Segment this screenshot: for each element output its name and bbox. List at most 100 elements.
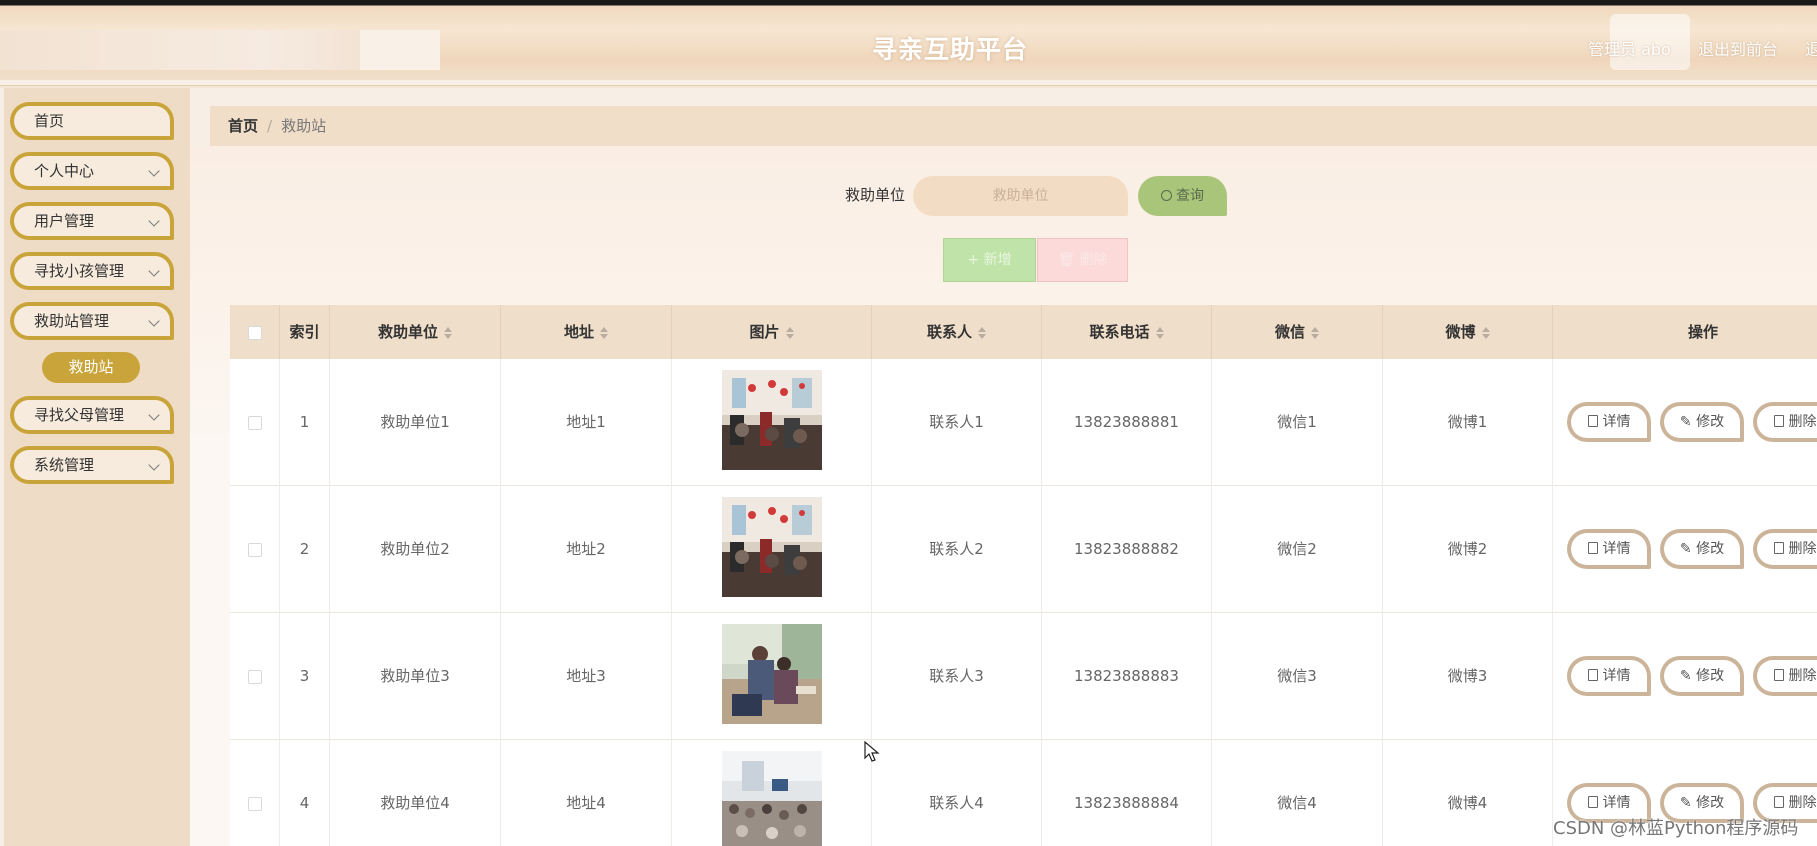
batch-delete-button[interactable]: 🗑 删除 [1037, 238, 1128, 282]
document-icon [1587, 415, 1598, 427]
mouse-cursor-icon [864, 741, 880, 762]
column-header-label: 图片 [749, 323, 780, 341]
sort-icon[interactable] [444, 326, 452, 339]
pencil-icon: ✎ [1679, 795, 1697, 811]
cell-unit: 救助单位1 [330, 359, 501, 486]
station-photo[interactable] [722, 370, 822, 470]
row-checkbox[interactable] [247, 669, 262, 684]
cell-contact: 联系人2 [872, 486, 1042, 613]
rescue-station-table: 索引 救助单位 地址 图片 联系人 联系电话 微信 微博 操作 1 救助单位1 … [230, 305, 1817, 846]
detail-button[interactable]: 详情 [1567, 656, 1651, 696]
sort-icon[interactable] [1481, 326, 1490, 339]
station-photo[interactable] [722, 624, 822, 724]
query-button-label: 查询 [1176, 188, 1204, 204]
sidebar-item-rescue-station-management[interactable]: 救助站管理 [10, 302, 174, 340]
query-button[interactable]: 查询 [1138, 176, 1227, 216]
sidebar-item-user-management[interactable]: 用户管理 [10, 202, 174, 240]
breadcrumb-current: 救助站 [281, 117, 327, 135]
row-select-cell [230, 486, 280, 613]
station-photo[interactable] [722, 497, 822, 597]
sidebar-item-label: 系统管理 [34, 456, 95, 474]
select-all-checkbox[interactable] [247, 325, 262, 340]
cell-address: 地址2 [501, 486, 672, 613]
breadcrumb-home[interactable]: 首页 [228, 117, 258, 135]
edit-button[interactable]: ✎ 修改 [1660, 529, 1744, 569]
station-photo[interactable] [722, 751, 822, 846]
sidebar-subitem-rescue-station[interactable]: 救助站 [42, 352, 140, 383]
cell-index: 2 [280, 486, 330, 613]
column-header-contact[interactable]: 联系人 [872, 305, 1042, 359]
delete-button-label: 删除 [1788, 541, 1817, 557]
sidebar-item-label: 救助站管理 [34, 312, 110, 330]
column-header-wechat[interactable]: 微信 [1212, 305, 1383, 359]
pencil-icon: ✎ [1679, 541, 1697, 557]
admin-user-label: 管理员 abo [1588, 40, 1671, 59]
top-links: 管理员 abo 退出到前台 退 [1588, 36, 1817, 60]
cell-contact: 联系人1 [872, 359, 1042, 486]
delete-button-label: 删除 [1079, 252, 1108, 268]
search-icon [1161, 190, 1172, 201]
edit-button-label: 修改 [1696, 541, 1725, 557]
delete-button[interactable]: 删除 [1753, 402, 1817, 442]
back-to-front-link[interactable]: 退出到前台 [1698, 40, 1778, 59]
sort-icon[interactable] [785, 326, 794, 339]
sort-icon[interactable] [978, 326, 986, 339]
column-header-label: 联系人 [926, 323, 972, 341]
document-icon [1587, 669, 1598, 681]
sort-icon[interactable] [1311, 326, 1319, 339]
sidebar-item-system-management[interactable]: 系统管理 [10, 446, 174, 484]
trash-icon [1773, 542, 1784, 554]
header-bottom-line [0, 80, 1817, 86]
logout-link[interactable]: 退 [1805, 40, 1817, 59]
column-header-unit[interactable]: 救助单位 [330, 305, 501, 359]
detail-button-label: 详情 [1602, 541, 1631, 557]
delete-button[interactable]: 删除 [1753, 529, 1817, 569]
edit-button[interactable]: ✎ 修改 [1660, 656, 1744, 696]
edit-button-label: 修改 [1696, 414, 1725, 430]
row-checkbox[interactable] [247, 796, 262, 811]
cell-unit: 救助单位4 [330, 740, 501, 846]
column-header-image[interactable]: 图片 [672, 305, 872, 359]
row-checkbox[interactable] [247, 542, 262, 557]
delete-button[interactable]: 删除 [1753, 656, 1817, 696]
column-header-weibo[interactable]: 微博 [1383, 305, 1553, 359]
cell-actions: 详情 ✎ 修改 删除 [1553, 613, 1817, 740]
column-header-label: 联系电话 [1089, 323, 1150, 341]
detail-button-label: 详情 [1602, 668, 1631, 684]
sort-icon[interactable] [600, 326, 608, 339]
column-header-phone[interactable]: 联系电话 [1042, 305, 1212, 359]
edit-button[interactable]: ✎ 修改 [1660, 402, 1744, 442]
cell-unit: 救助单位2 [330, 486, 501, 613]
add-button[interactable]: + 新增 [943, 238, 1036, 282]
cell-weibo: 微博1 [1383, 359, 1553, 486]
chevron-down-icon [148, 265, 160, 277]
cell-index: 1 [280, 359, 330, 486]
sidebar-item-personal-center[interactable]: 个人中心 [10, 152, 174, 190]
row-select-cell [230, 359, 280, 486]
sidebar-item-home[interactable]: 首页 [10, 102, 174, 140]
row-checkbox[interactable] [247, 415, 262, 430]
cell-address: 地址4 [501, 740, 672, 846]
detail-button-label: 详情 [1602, 414, 1631, 430]
cell-phone: 13823888884 [1042, 740, 1212, 846]
cell-phone: 13823888883 [1042, 613, 1212, 740]
document-icon [1587, 542, 1598, 554]
cell-wechat: 微信4 [1212, 740, 1383, 846]
cell-weibo: 微博3 [1383, 613, 1553, 740]
sort-icon[interactable] [1155, 326, 1164, 339]
detail-button[interactable]: 详情 [1567, 402, 1651, 442]
sidebar-item-find-child-management[interactable]: 寻找小孩管理 [10, 252, 174, 290]
trash-icon [1773, 669, 1784, 681]
detail-button[interactable]: 详情 [1567, 529, 1651, 569]
cell-weibo: 微博2 [1383, 486, 1553, 613]
column-header-label: 地址 [563, 323, 594, 341]
document-icon [1587, 796, 1598, 808]
pencil-icon: ✎ [1679, 668, 1697, 684]
search-input[interactable] [913, 176, 1128, 216]
column-header-address[interactable]: 地址 [501, 305, 672, 359]
column-header-actions: 操作 [1687, 323, 1718, 341]
cell-actions: 详情 ✎ 修改 删除 [1553, 359, 1817, 486]
detail-button-label: 详情 [1602, 795, 1631, 811]
trash-icon: 🗑 [1057, 252, 1080, 268]
sidebar-item-find-parents-management[interactable]: 寻找父母管理 [10, 396, 174, 434]
